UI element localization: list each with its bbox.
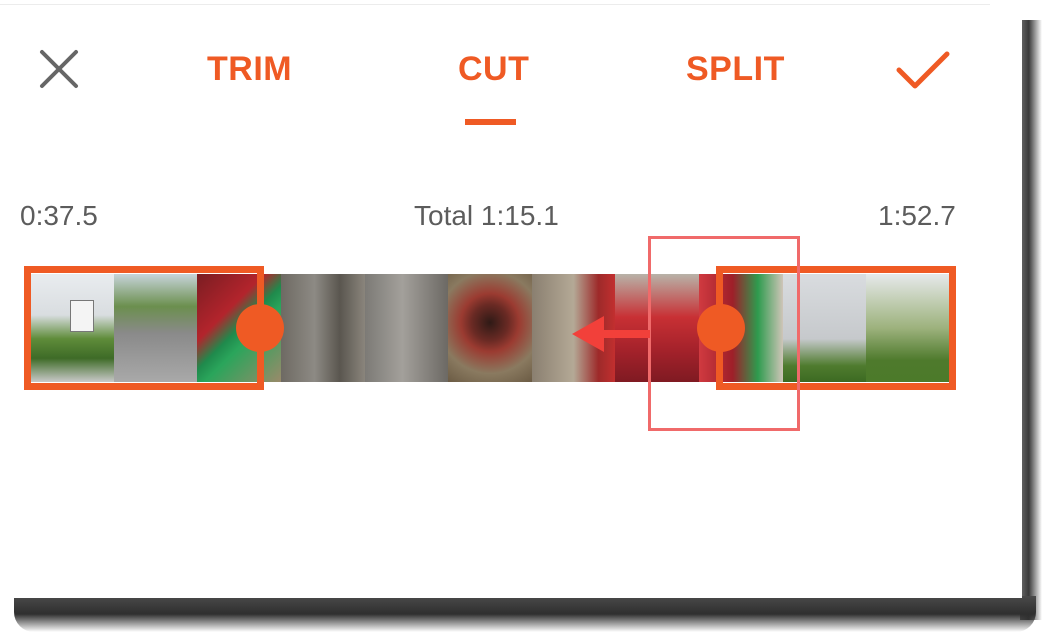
tab-cut[interactable]: CUT — [458, 50, 529, 89]
end-time-label: 1:52.7 — [878, 200, 956, 231]
window-shadow-bottom — [14, 596, 1036, 632]
total-duration-label: Total 1:15.1 — [414, 200, 559, 231]
tab-trim[interactable]: TRIM — [207, 50, 292, 89]
confirm-button[interactable] — [895, 48, 951, 92]
top-divider — [0, 4, 990, 5]
close-button[interactable] — [38, 48, 80, 90]
close-icon — [40, 50, 78, 88]
window-shadow-right — [1020, 20, 1042, 620]
highlight-callout-box — [648, 236, 800, 431]
start-time-label: 0:37.5 — [20, 200, 98, 231]
tab-split[interactable]: SPLIT — [686, 50, 785, 89]
start-trim-handle[interactable] — [236, 304, 284, 352]
frame-thumbnail — [280, 274, 365, 382]
frame-thumbnail — [448, 274, 532, 382]
active-tab-indicator — [465, 119, 516, 125]
frame-thumbnail — [364, 274, 449, 382]
drag-direction-arrow-icon — [572, 316, 650, 352]
check-icon — [896, 51, 950, 89]
video-edit-panel: TRIM CUT SPLIT 0:37.5 Total 1:15.1 1:52.… — [0, 0, 1022, 598]
selection-start-bracket[interactable] — [24, 266, 264, 390]
